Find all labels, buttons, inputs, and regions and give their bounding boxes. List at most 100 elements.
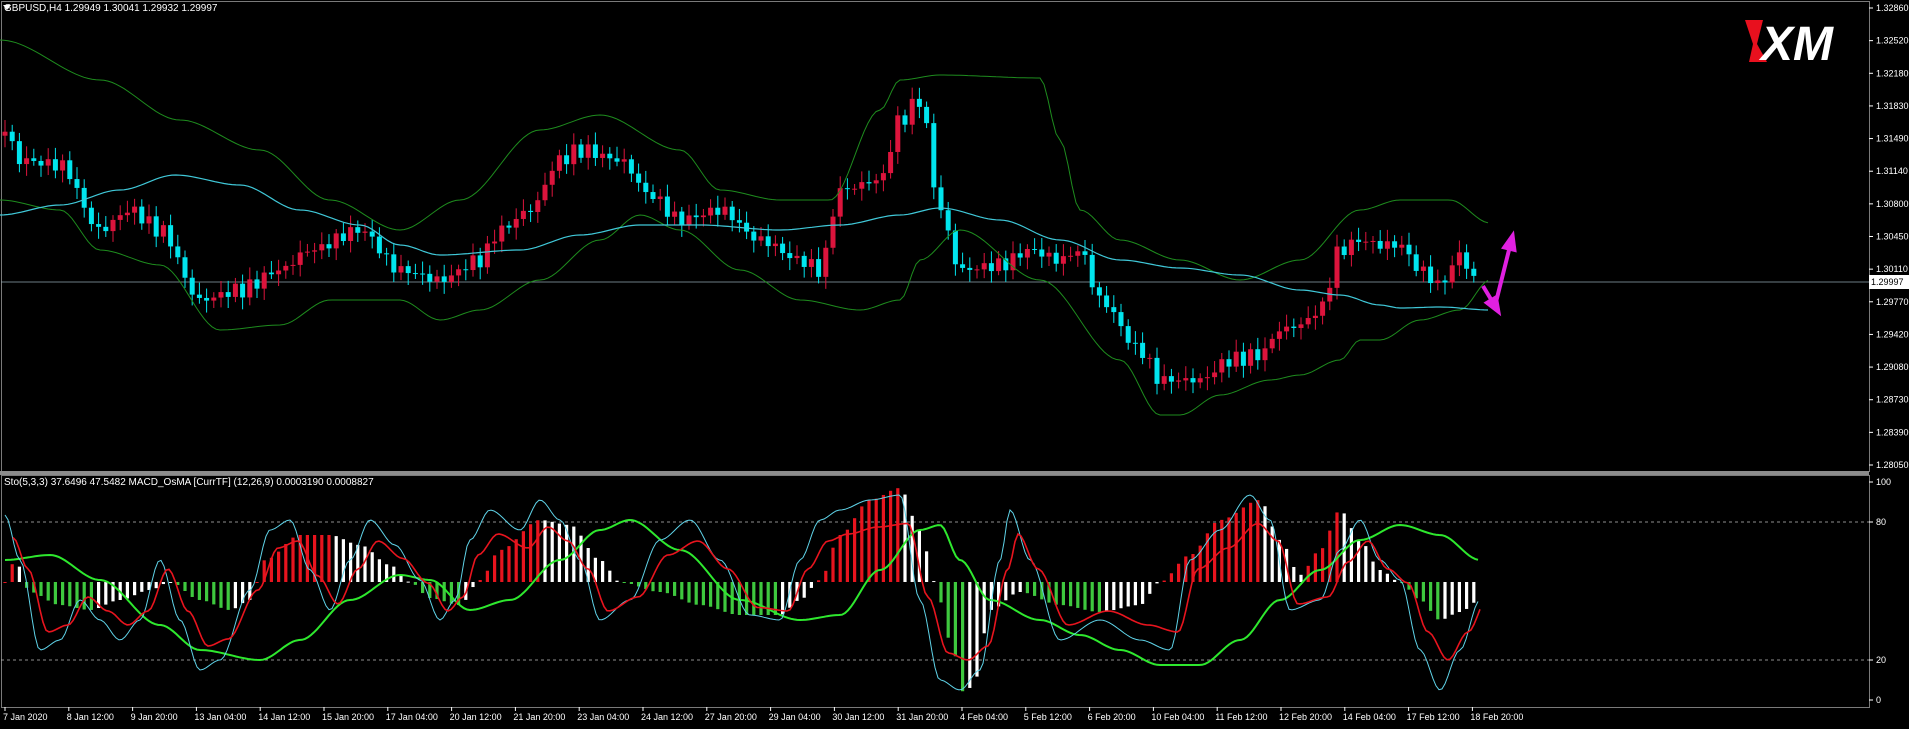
bearish-candle bbox=[355, 227, 361, 233]
time-axis-label: 5 Feb 12:00 bbox=[1024, 712, 1072, 722]
bullish-candle bbox=[398, 266, 404, 273]
bullish-candle bbox=[1305, 318, 1311, 325]
osma-histogram-bar bbox=[1385, 573, 1389, 582]
bearish-candle bbox=[340, 233, 346, 241]
price-axis-label: 1.28050 bbox=[1876, 460, 1909, 470]
osma-histogram-bar bbox=[370, 552, 374, 582]
osma-histogram-bar bbox=[802, 582, 806, 598]
bearish-candle bbox=[1082, 251, 1088, 255]
price-axis-label: 1.30800 bbox=[1876, 199, 1909, 209]
osma-histogram-bar bbox=[709, 582, 713, 607]
bearish-candle bbox=[384, 253, 390, 255]
osma-histogram-bar bbox=[478, 579, 482, 582]
osma-histogram-bar bbox=[514, 539, 518, 582]
bullish-candle bbox=[211, 297, 217, 301]
time-axis-label: 17 Feb 12:00 bbox=[1407, 712, 1460, 722]
osma-histogram-bar bbox=[1443, 582, 1447, 619]
bearish-candle bbox=[1240, 351, 1246, 366]
bearish-candle bbox=[736, 220, 742, 223]
bullish-candle bbox=[852, 188, 858, 190]
bearish-candle bbox=[182, 257, 188, 278]
osma-histogram-bar bbox=[1313, 553, 1317, 582]
bullish-candle bbox=[1363, 241, 1369, 243]
osma-histogram-bar bbox=[1378, 570, 1382, 582]
price-axis-label: 1.29420 bbox=[1876, 329, 1909, 339]
osma-histogram-bar bbox=[133, 582, 137, 596]
bullish-candle bbox=[348, 227, 354, 241]
bullish-candle bbox=[657, 196, 663, 200]
bullish-candle bbox=[362, 231, 368, 233]
bullish-candle bbox=[708, 207, 714, 216]
osma-histogram-bar bbox=[89, 582, 93, 610]
bullish-candle bbox=[1060, 256, 1066, 264]
osma-histogram-bar bbox=[327, 535, 331, 582]
osma-histogram-bar bbox=[550, 521, 554, 582]
bearish-candle bbox=[103, 226, 109, 232]
indicator-axis-label: 0 bbox=[1876, 695, 1881, 705]
bullish-candle bbox=[146, 216, 152, 224]
bearish-candle bbox=[866, 182, 872, 184]
osma-histogram-bar bbox=[46, 582, 50, 601]
bearish-candle bbox=[1140, 342, 1146, 358]
bearish-candle bbox=[578, 144, 584, 158]
osma-histogram-bar bbox=[1025, 582, 1029, 594]
bearish-candle bbox=[88, 207, 94, 225]
bearish-candle bbox=[96, 224, 102, 227]
bearish-candle bbox=[650, 192, 656, 200]
bullish-candle bbox=[45, 159, 51, 166]
bullish-candle bbox=[981, 263, 987, 270]
bullish-candle bbox=[700, 215, 706, 218]
osma-histogram-bar bbox=[1292, 566, 1296, 582]
bearish-candle bbox=[1118, 312, 1124, 327]
osma-histogram-bar bbox=[1436, 582, 1440, 620]
bullish-candle bbox=[1212, 372, 1218, 378]
panel-splitter bbox=[0, 471, 1869, 475]
osma-histogram-bar bbox=[183, 582, 187, 591]
bullish-candle bbox=[1248, 349, 1254, 366]
bearish-candle bbox=[592, 144, 598, 158]
sub-panel-frame bbox=[1, 475, 1870, 708]
bullish-candle bbox=[794, 255, 800, 259]
bullish-candle bbox=[1075, 251, 1081, 256]
bearish-candle bbox=[801, 255, 807, 267]
osma-histogram-bar bbox=[1241, 507, 1245, 582]
bullish-candle bbox=[808, 259, 814, 267]
osma-histogram-bar bbox=[190, 582, 194, 597]
bearish-candle bbox=[1442, 280, 1448, 283]
bullish-candle bbox=[1312, 315, 1318, 319]
osma-histogram-bar bbox=[140, 582, 144, 592]
bullish-candle bbox=[535, 200, 541, 212]
osma-histogram-bar bbox=[485, 570, 489, 582]
symbol-info-label: GBPUSD,H4 1.29949 1.30041 1.29932 1.2999… bbox=[4, 3, 218, 14]
time-axis-label: 11 Feb 12:00 bbox=[1215, 712, 1267, 722]
osma-histogram-bar bbox=[759, 582, 763, 615]
osma-histogram-bar bbox=[1321, 548, 1325, 582]
bullish-candle bbox=[1176, 380, 1182, 382]
bullish-candle bbox=[160, 225, 166, 237]
time-axis-label: 31 Jan 20:00 bbox=[896, 712, 948, 722]
bollinger-upper-band bbox=[0, 39, 1489, 281]
chart-canvas[interactable]: 1.32860 1.32520 1.32180 1.31830 1.31490 1.311… bbox=[0, 0, 1909, 729]
osma-histogram-bar bbox=[255, 581, 259, 583]
osma-histogram-bar bbox=[1169, 573, 1173, 582]
osma-histogram-bar bbox=[1112, 582, 1116, 611]
bearish-candle bbox=[765, 236, 771, 247]
osma-histogram-bar bbox=[53, 582, 57, 605]
osma-histogram-bar bbox=[17, 566, 21, 582]
osma-histogram-bar bbox=[507, 546, 511, 582]
bearish-candle bbox=[729, 206, 735, 221]
osma-histogram-bar bbox=[752, 582, 756, 615]
time-axis-label: 30 Jan 12:00 bbox=[832, 712, 884, 722]
osma-histogram-bar bbox=[212, 582, 216, 605]
bearish-candle bbox=[74, 179, 80, 188]
osma-histogram-bar bbox=[1234, 512, 1238, 582]
bullish-candle bbox=[772, 243, 778, 247]
bullish-candle bbox=[1204, 377, 1210, 379]
bearish-candle bbox=[52, 159, 58, 171]
osma-histogram-bar bbox=[233, 582, 237, 609]
bullish-candle bbox=[758, 236, 764, 241]
bearish-candle bbox=[1356, 239, 1362, 242]
bearish-candle bbox=[369, 231, 375, 237]
bearish-candle bbox=[787, 253, 793, 259]
osma-histogram-bar bbox=[125, 582, 129, 599]
